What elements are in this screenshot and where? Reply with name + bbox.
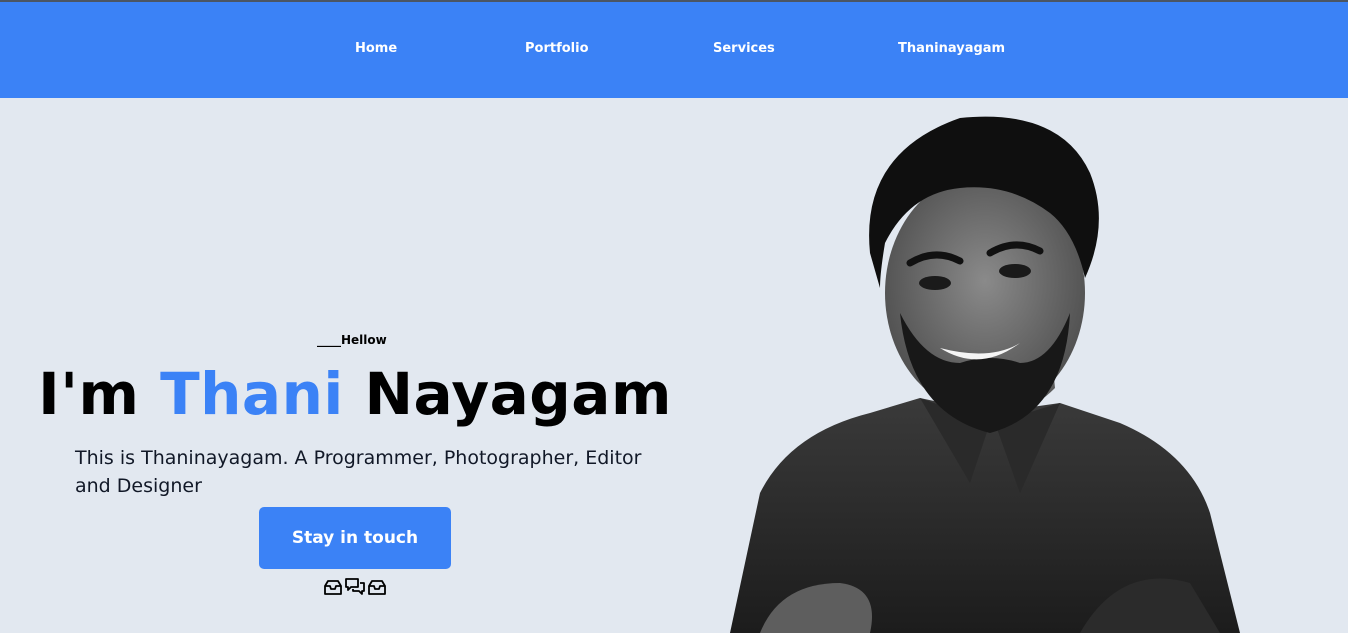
inbox-icon[interactable] (322, 576, 344, 598)
stay-in-touch-button[interactable]: Stay in touch (259, 507, 451, 569)
social-icons (322, 576, 388, 600)
chat-icon[interactable] (344, 576, 366, 598)
hero-section: ____Hellow I'm Thani Nayagam This is Tha… (0, 98, 1348, 633)
inbox-icon[interactable] (366, 576, 388, 598)
hero-headline: I'm Thani Nayagam (0, 360, 710, 428)
nav-home-link[interactable]: Home (355, 41, 397, 56)
nav-services-link[interactable]: Services (713, 41, 775, 56)
nav-thaninayagam-link[interactable]: Thaninayagam (898, 41, 1005, 56)
hero-description: This is Thaninayagam. A Programmer, Phot… (75, 447, 642, 497)
nav-portfolio-link[interactable]: Portfolio (525, 41, 589, 56)
headline-accent-name: Thani (160, 360, 344, 428)
headline-prefix: I'm (38, 360, 161, 428)
headline-suffix: Nayagam (343, 360, 672, 428)
greeting-text: ____Hellow (317, 333, 387, 347)
portrait-photo (730, 116, 1240, 633)
navbar: Home Portfolio Services Thaninayagam (0, 2, 1348, 98)
